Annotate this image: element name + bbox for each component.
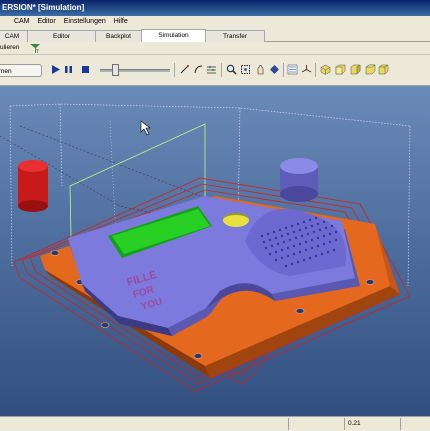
cube-top-icon[interactable] (365, 64, 376, 75)
curve-icon[interactable] (193, 64, 204, 75)
separator (221, 63, 222, 77)
menu-cam[interactable]: CAM (14, 18, 30, 25)
tab-backplot[interactable]: Backplot (95, 30, 142, 42)
cube-iso-icon[interactable] (378, 64, 389, 75)
cube-icon[interactable] (320, 64, 331, 75)
window-title: ERSION* [Simulation] (2, 3, 85, 12)
speed-slider-track[interactable] (100, 69, 170, 72)
stop-icon[interactable] (80, 64, 91, 75)
measure-icon[interactable] (287, 64, 298, 75)
status-bar: 0.21 (0, 416, 430, 431)
speed-slider-thumb[interactable] (112, 64, 119, 76)
settings-icon[interactable] (206, 64, 217, 75)
simulation-viewport[interactable]: FILLE FOR YOU (0, 86, 430, 416)
draw-icon[interactable] (179, 64, 190, 75)
pan-icon[interactable] (255, 64, 266, 75)
title-bar: ERSION* [Simulation] (0, 0, 430, 16)
pause-icon[interactable] (63, 64, 74, 75)
simulation-scene: FILLE FOR YOU (0, 103, 411, 392)
rotate-icon[interactable] (269, 64, 280, 75)
tab-cam[interactable]: CAM (0, 30, 28, 42)
status-value: 0.21 (348, 420, 361, 427)
play-icon[interactable] (50, 64, 61, 75)
tab-transfer[interactable]: Transfer (205, 30, 265, 42)
start-button[interactable]: men (0, 64, 42, 77)
cursor-icon (140, 120, 151, 136)
filter-icon[interactable]: T (29, 43, 41, 54)
svg-text:T: T (36, 49, 39, 54)
simulation-toolbar: men (0, 55, 430, 86)
menu-einstellungen[interactable]: Einstellungen (64, 18, 106, 25)
toolbar-top: ulieren T (0, 42, 430, 55)
menu-editor[interactable]: Editor (37, 18, 55, 25)
menu-hilfe[interactable]: Hilfe (114, 18, 128, 25)
tab-editor[interactable]: Editor (27, 30, 96, 42)
separator (315, 63, 316, 77)
boss-cylinder (280, 158, 318, 202)
tab-bar: CAM Editor Backplot Simulation Transfer (0, 28, 430, 42)
simulate-button-label[interactable]: ulieren (0, 42, 20, 54)
zoom-icon[interactable] (226, 64, 237, 75)
cube-side-icon[interactable] (350, 64, 361, 75)
separator (283, 63, 284, 77)
axis-icon[interactable] (301, 64, 312, 75)
tab-simulation[interactable]: Simulation (141, 29, 206, 42)
status-cell: 0.21 (344, 418, 401, 430)
red-cylinder (18, 160, 48, 212)
menu-bar: CAM Editor Einstellungen Hilfe (0, 16, 430, 28)
zoom-window-icon[interactable] (240, 64, 251, 75)
status-cell (288, 418, 345, 430)
separator (174, 63, 175, 77)
status-cell (400, 418, 430, 430)
cube-front-icon[interactable] (335, 64, 346, 75)
